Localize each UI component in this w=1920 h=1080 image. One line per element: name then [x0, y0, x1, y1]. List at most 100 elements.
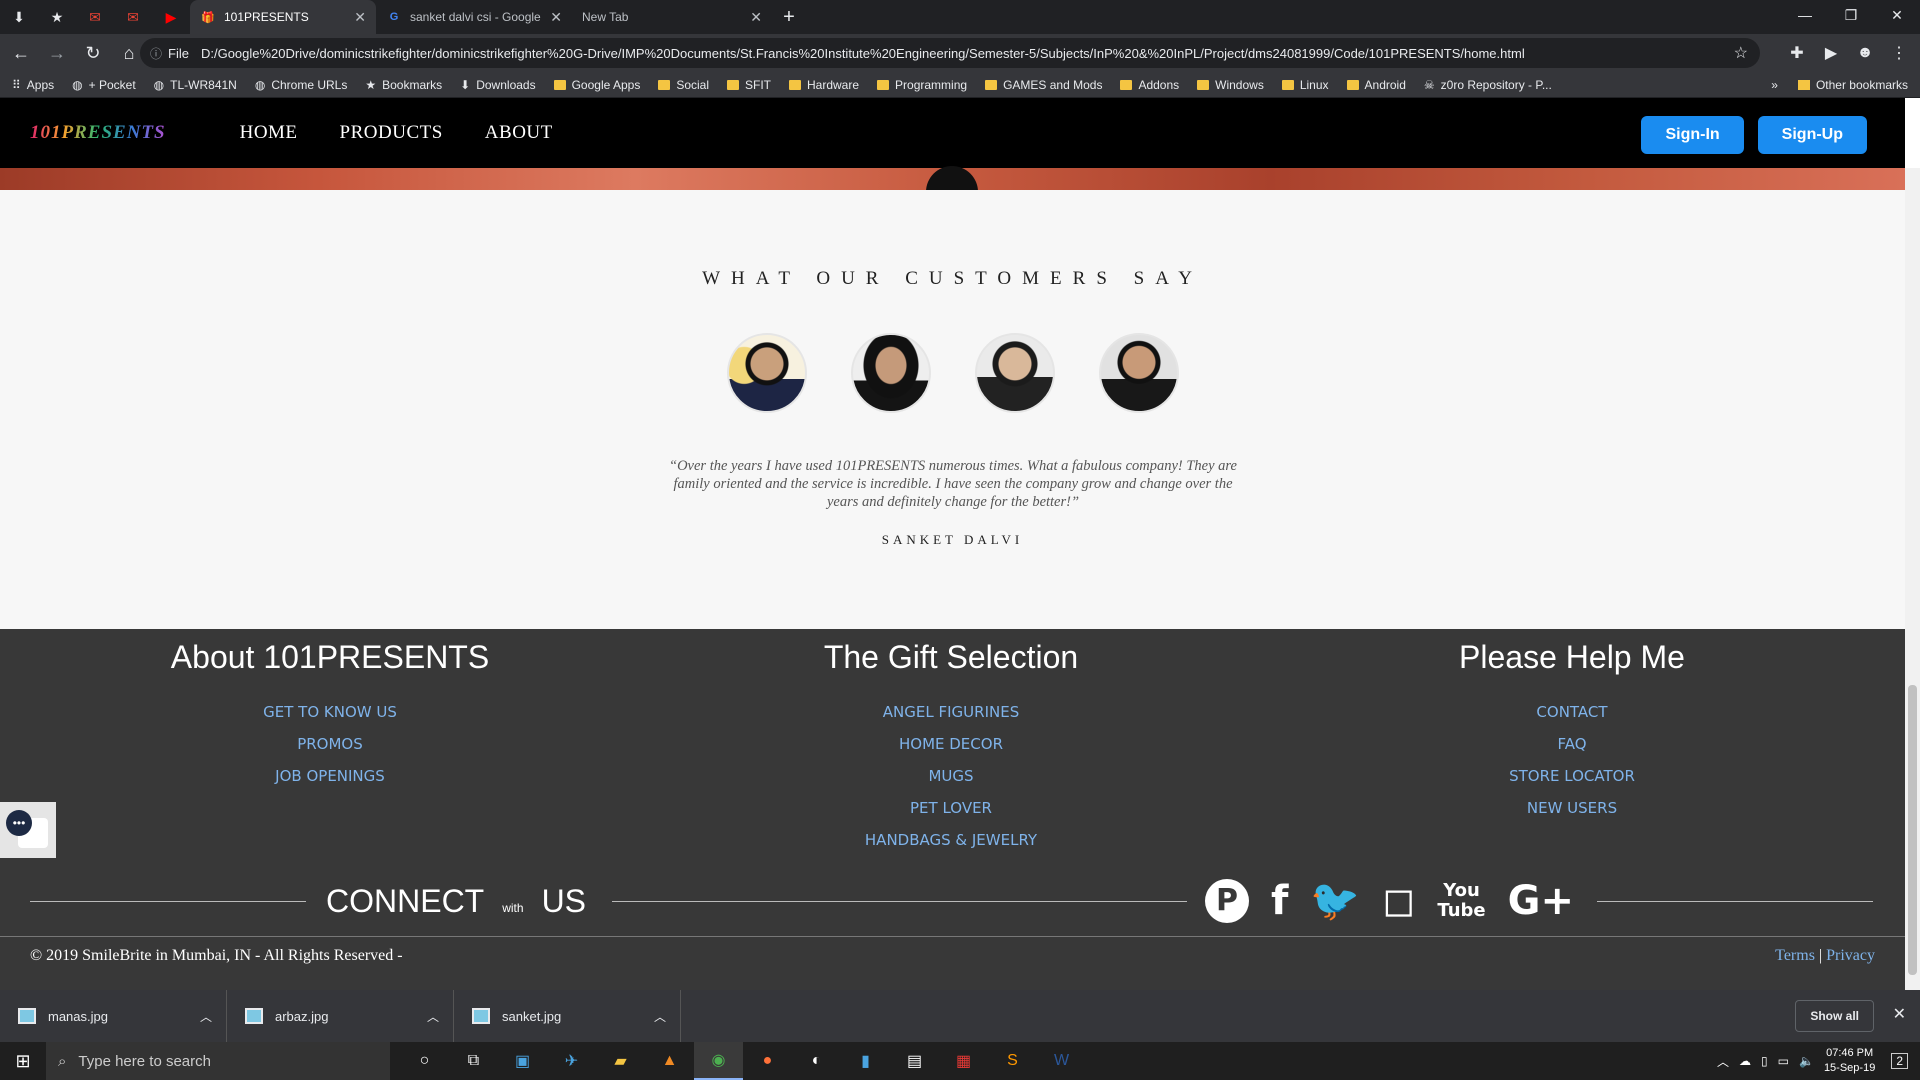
footer-link[interactable]: HOME DECOR [641, 728, 1261, 760]
nav-home[interactable]: HOME [240, 122, 298, 144]
avatar[interactable] [975, 333, 1055, 413]
new-tab-button[interactable]: + [772, 0, 806, 34]
footer-link[interactable]: PET LOVER [641, 792, 1261, 824]
avatar[interactable] [851, 333, 931, 413]
footer-link[interactable]: STORE LOCATOR [1262, 760, 1882, 792]
footer-link[interactable]: GET TO KNOW US [20, 696, 640, 728]
bookmark-item[interactable]: GAMES and Mods [985, 78, 1102, 92]
gmail-icon[interactable]: ✉ [114, 0, 152, 34]
download-item[interactable]: manas.jpg ︿ [0, 990, 227, 1042]
close-icon[interactable]: ✕ [354, 9, 366, 26]
footer-link[interactable]: HANDBAGS & JEWELRY [641, 824, 1261, 856]
footer-link[interactable]: FAQ [1262, 728, 1882, 760]
task-view-icon[interactable]: ⧉ [449, 1042, 498, 1080]
network-icon[interactable]: ▭ [1778, 1054, 1789, 1068]
star-icon[interactable]: ★ [38, 0, 76, 34]
chevron-up-icon[interactable]: ︿ [654, 1008, 666, 1025]
privacy-link[interactable]: Privacy [1826, 947, 1875, 964]
bookmark-item[interactable]: ⠿ Apps [12, 78, 54, 92]
file-explorer-icon[interactable]: ▰ [596, 1042, 645, 1080]
bookmark-item[interactable]: Social [658, 78, 709, 92]
bookmark-item[interactable]: Google Apps [553, 78, 640, 92]
chat-widget[interactable]: ••• [0, 802, 56, 858]
bookmark-star-icon[interactable]: ☆ [1734, 43, 1748, 63]
minimize-icon[interactable]: — [1782, 0, 1828, 30]
app-icon[interactable]: ▤ [890, 1042, 939, 1080]
vlc-icon[interactable]: ▲ [645, 1042, 694, 1080]
bookmark-item[interactable]: ★ Bookmarks [365, 78, 442, 92]
bookmark-item[interactable]: Linux [1281, 78, 1329, 92]
pinterest-icon[interactable]: P [1205, 879, 1249, 923]
close-icon[interactable]: ✕ [1893, 1004, 1906, 1024]
app-icon[interactable]: ◐ [792, 1042, 841, 1080]
instagram-icon[interactable]: ◻ [1382, 879, 1415, 923]
avatar[interactable] [1099, 333, 1179, 413]
sign-in-button[interactable]: Sign-In [1641, 116, 1744, 154]
overflow-chevron-icon[interactable]: » [1771, 78, 1778, 92]
footer-link[interactable]: CONTACT [1262, 696, 1882, 728]
bookmark-item[interactable]: ◍ TL-WR841N [154, 78, 237, 92]
chevron-up-icon[interactable]: ︿ [1717, 1053, 1729, 1070]
app-icon[interactable]: ✈ [547, 1042, 596, 1080]
show-all-button[interactable]: Show all [1795, 1000, 1874, 1032]
download-icon[interactable]: ⬇ [0, 0, 38, 34]
gmail-icon[interactable]: ✉ [76, 0, 114, 34]
chevron-up-icon[interactable]: ︿ [200, 1008, 212, 1025]
url-text[interactable]: D:/Google%20Drive/dominicstrikefighter/d… [201, 46, 1525, 61]
page-scrollbar[interactable] [1905, 168, 1920, 990]
other-bookmarks[interactable]: » Other bookmarks [1771, 78, 1908, 92]
address-bar[interactable]: ⓘ File D:/Google%20Drive/dominicstrikefi… [140, 38, 1760, 68]
twitter-icon[interactable]: 🐦 [1310, 879, 1360, 923]
bookmark-item[interactable]: Android [1346, 78, 1406, 92]
browser-tab[interactable]: 🎁 101PRESENTS ✕ [190, 0, 376, 34]
terms-link[interactable]: Terms [1775, 947, 1815, 964]
footer-link[interactable]: PROMOS [20, 728, 640, 760]
app-icon[interactable]: ▮ [841, 1042, 890, 1080]
onedrive-icon[interactable]: ☁ [1739, 1054, 1751, 1068]
close-icon[interactable]: ✕ [550, 9, 562, 26]
site-logo[interactable]: 101PRESENTS [30, 122, 166, 144]
sign-up-button[interactable]: Sign-Up [1757, 116, 1867, 154]
reload-icon[interactable]: ↻ [78, 38, 108, 68]
bookmark-item[interactable]: ◍ + Pocket [72, 78, 136, 92]
download-item[interactable]: sanket.jpg ︿ [454, 990, 681, 1042]
info-icon[interactable]: ⓘ [150, 45, 162, 62]
bookmark-item[interactable]: Addons [1120, 78, 1179, 92]
cortana-icon[interactable]: ○ [400, 1042, 449, 1080]
browser-tab[interactable]: New Tab ✕ [572, 0, 772, 34]
bookmark-item[interactable]: Programming [877, 78, 967, 92]
menu-icon[interactable]: ⋮ [1884, 38, 1914, 68]
scrollbar-thumb[interactable] [1908, 685, 1917, 975]
footer-link[interactable]: NEW USERS [1262, 792, 1882, 824]
nav-products[interactable]: PRODUCTS [340, 122, 443, 144]
browser-tab[interactable]: G sanket dalvi csi - Google Search ✕ [376, 0, 572, 34]
youtube-icon[interactable]: ▶ [152, 0, 190, 34]
forward-arrow-icon[interactable]: → [42, 38, 72, 68]
media-play-icon[interactable]: ▶ [1816, 38, 1846, 68]
bookmark-item[interactable]: Hardware [789, 78, 859, 92]
back-arrow-icon[interactable]: ← [6, 38, 36, 68]
footer-link[interactable]: JOB OPENINGS [20, 760, 640, 792]
nav-about[interactable]: ABOUT [485, 122, 553, 144]
sublime-icon[interactable]: S [988, 1042, 1037, 1080]
footer-link[interactable]: ANGEL FIGURINES [641, 696, 1261, 728]
taskbar-search[interactable]: ⌕ Type here to search [46, 1042, 390, 1080]
clock[interactable]: 07:46 PM 15-Sep-19 [1824, 1046, 1875, 1076]
bookmark-item[interactable]: Windows [1197, 78, 1264, 92]
close-icon[interactable]: ✕ [750, 9, 762, 26]
bookmark-item[interactable]: SFIT [727, 78, 771, 92]
chrome-icon[interactable]: ◉ [694, 1042, 743, 1080]
footer-link[interactable]: MUGS [641, 760, 1261, 792]
windows-start-icon[interactable]: ⊞ [0, 1042, 46, 1080]
close-window-icon[interactable]: ✕ [1874, 0, 1920, 30]
firefox-icon[interactable]: ● [743, 1042, 792, 1080]
extensions-icon[interactable]: ✚ [1782, 38, 1812, 68]
download-item[interactable]: arbaz.jpg ︿ [227, 990, 454, 1042]
bookmark-item[interactable]: ◍ Chrome URLs [255, 78, 348, 92]
restore-icon[interactable]: ❐ [1828, 0, 1874, 30]
app-icon[interactable]: ▣ [498, 1042, 547, 1080]
app-icon[interactable]: ▦ [939, 1042, 988, 1080]
chevron-up-icon[interactable]: ︿ [427, 1008, 439, 1025]
bookmark-item[interactable]: ☠ z0ro Repository - P... [1424, 78, 1552, 92]
battery-icon[interactable]: ▯ [1761, 1054, 1768, 1068]
